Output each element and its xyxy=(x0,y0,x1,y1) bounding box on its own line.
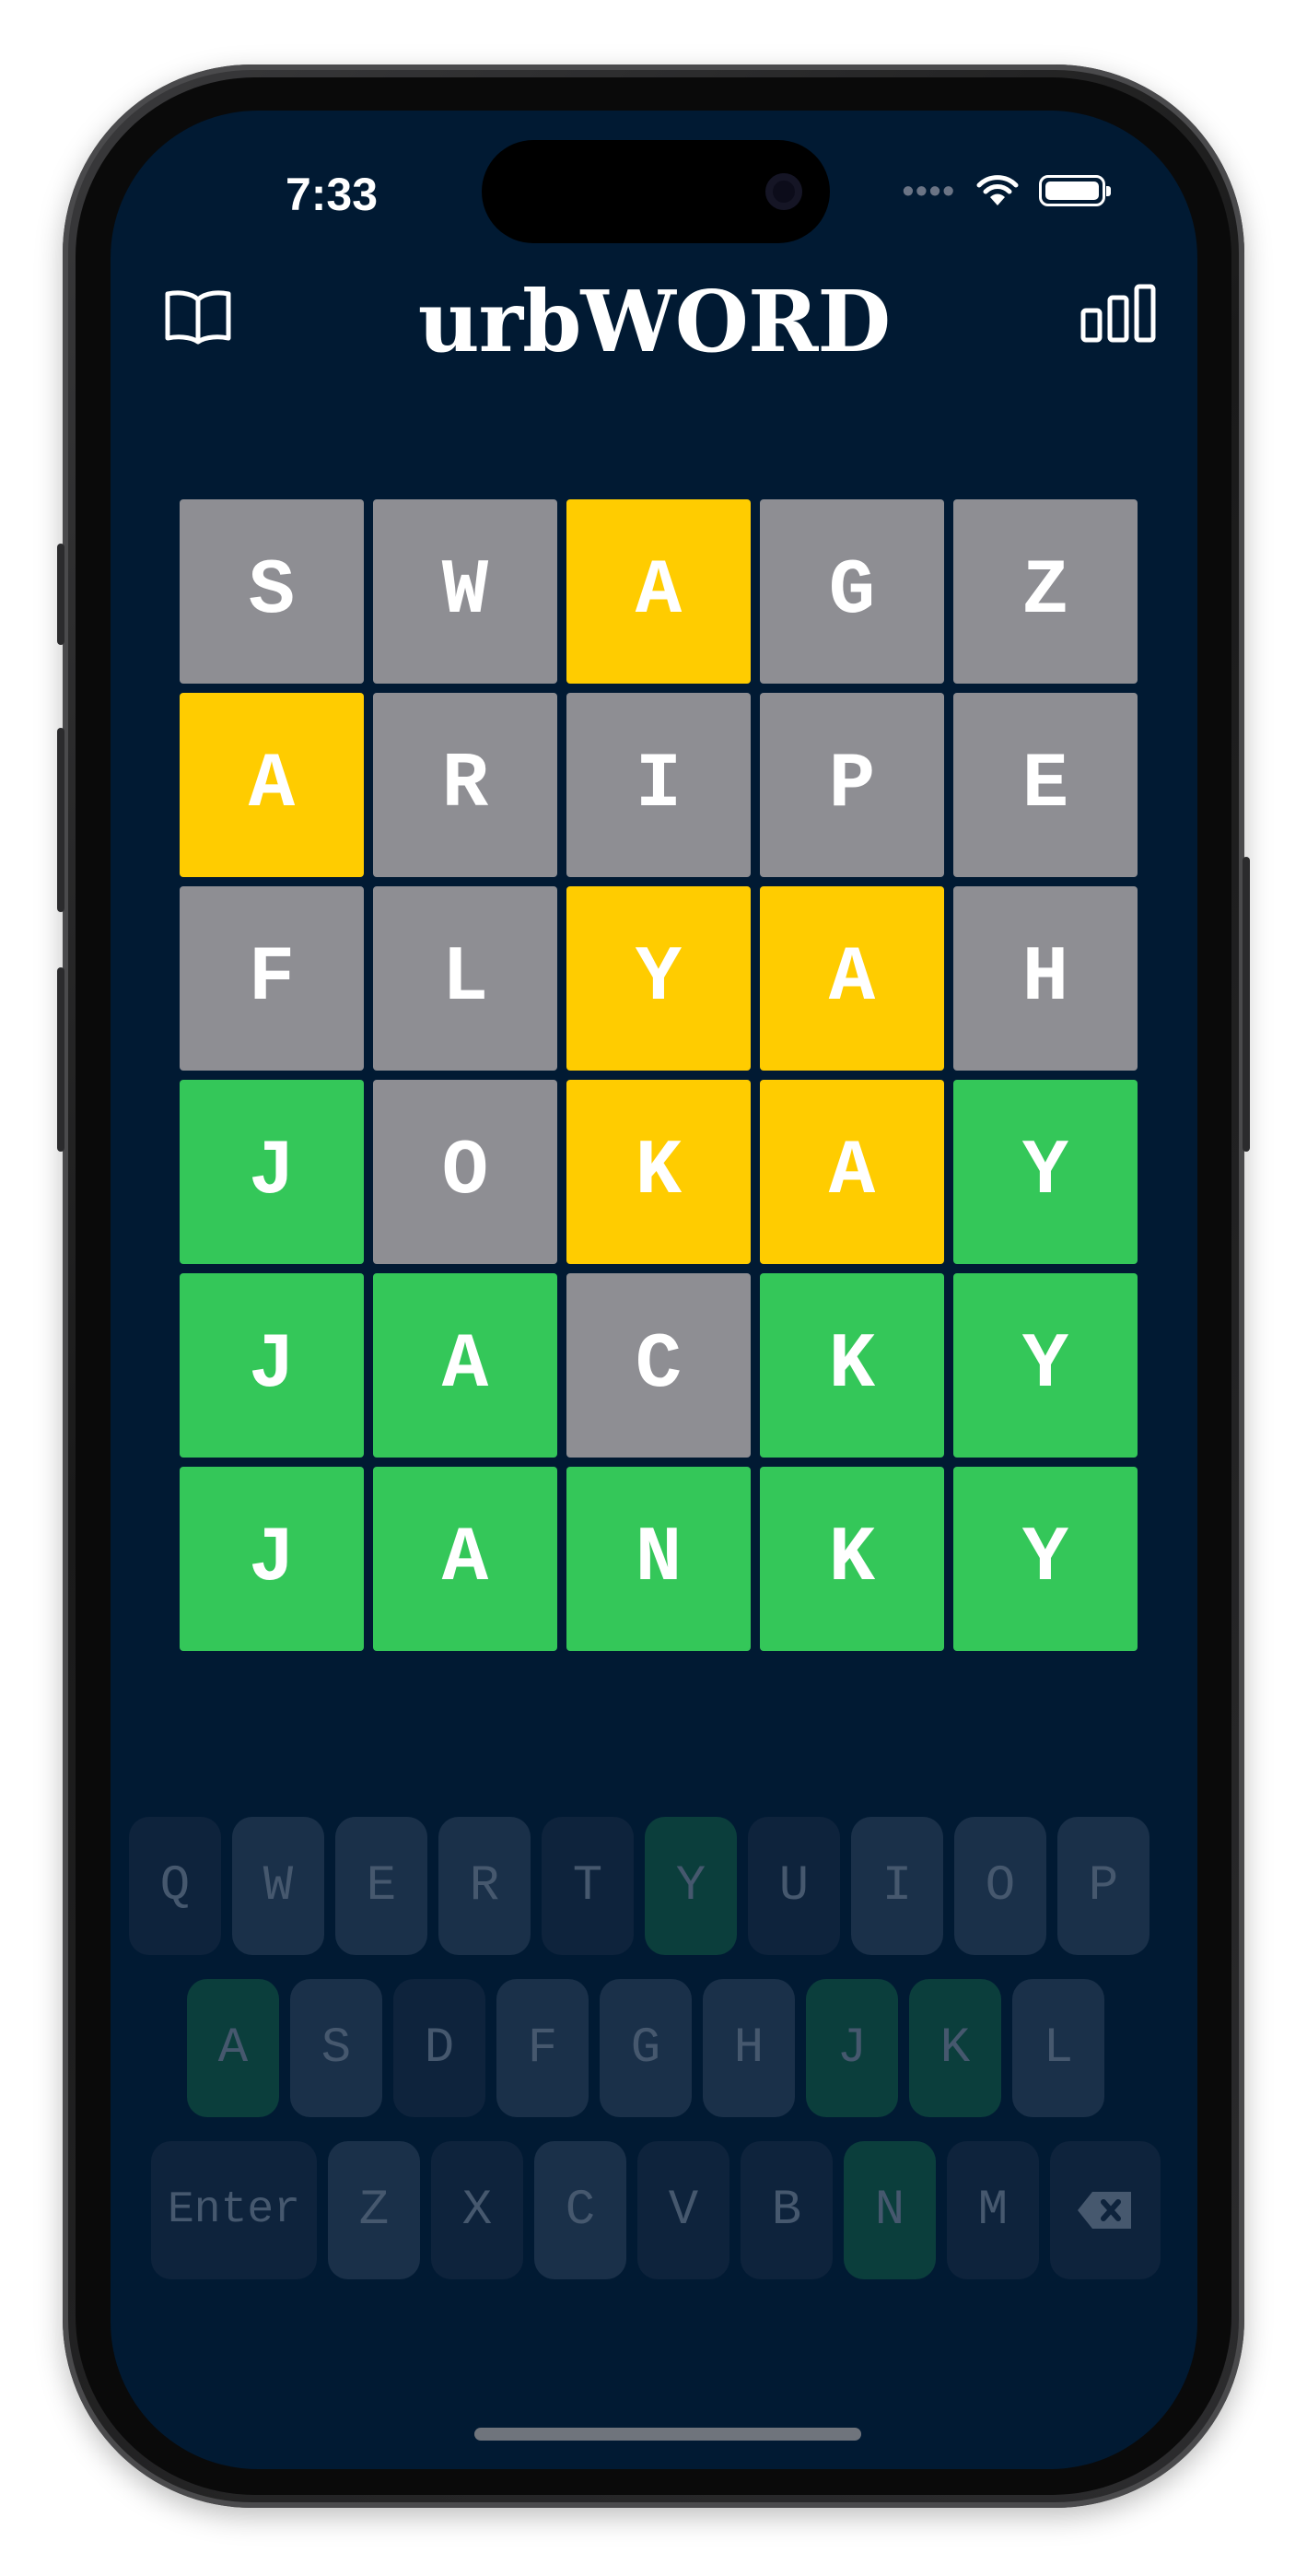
tile-correct: Y xyxy=(953,1080,1138,1264)
volume-down-button xyxy=(57,967,64,1152)
tile-correct: A xyxy=(373,1467,557,1651)
keyboard-row: Enter Z X C V B N M xyxy=(111,2141,1197,2303)
tile-absent: G xyxy=(760,499,944,684)
key-k[interactable]: K xyxy=(909,1979,1001,2117)
backspace-key[interactable] xyxy=(1050,2141,1161,2279)
tile-present: A xyxy=(760,1080,944,1264)
key-x[interactable]: X xyxy=(431,2141,523,2279)
key-m[interactable]: M xyxy=(947,2141,1039,2279)
tile-absent: P xyxy=(760,693,944,877)
tile-absent: W xyxy=(373,499,557,684)
app-header: urbWORD xyxy=(111,263,1197,373)
tile-absent: H xyxy=(953,886,1138,1071)
tile-absent: Z xyxy=(953,499,1138,684)
volume-up-button xyxy=(57,728,64,912)
key-t[interactable]: T xyxy=(542,1817,634,1955)
key-y[interactable]: Y xyxy=(645,1817,737,1955)
tile-absent: O xyxy=(373,1080,557,1264)
board-row: JACKY xyxy=(180,1273,1138,1458)
key-b[interactable]: B xyxy=(741,2141,833,2279)
tile-correct: Y xyxy=(953,1467,1138,1651)
tile-absent: L xyxy=(373,886,557,1071)
key-p[interactable]: P xyxy=(1057,1817,1149,1955)
signal-icon: •••• xyxy=(902,171,956,209)
tile-correct: A xyxy=(373,1273,557,1458)
board-row: SWAGZ xyxy=(180,499,1138,684)
key-h[interactable]: H xyxy=(703,1979,795,2117)
tile-present: A xyxy=(566,499,751,684)
key-g[interactable]: G xyxy=(600,1979,692,2117)
tile-absent: I xyxy=(566,693,751,877)
tile-present: Y xyxy=(566,886,751,1071)
keyboard-row: ASDFGHJKL xyxy=(111,1979,1197,2141)
tile-correct: N xyxy=(566,1467,751,1651)
tile-correct: K xyxy=(760,1273,944,1458)
tile-present: K xyxy=(566,1080,751,1264)
keyboard: Q W E R T Y U I O P A S D F G H J K L Enter Z X C V B N M xyxy=(111,1817,1197,2303)
game-board: SWAGZARIPEFLYAHJOKAYJACKYJANKY xyxy=(180,499,1138,1660)
key-z[interactable]: Z xyxy=(328,2141,420,2279)
key-r[interactable]: R xyxy=(438,1817,531,1955)
tile-correct: K xyxy=(760,1467,944,1651)
key-f[interactable]: F xyxy=(496,1979,589,2117)
tile-absent: F xyxy=(180,886,364,1071)
keyboard-row: QWERTYUIOP xyxy=(111,1817,1197,1979)
tile-present: A xyxy=(180,693,364,877)
key-l[interactable]: L xyxy=(1012,1979,1104,2117)
key-c[interactable]: C xyxy=(534,2141,626,2279)
board-row: JANKY xyxy=(180,1467,1138,1651)
key-w[interactable]: W xyxy=(232,1817,324,1955)
key-u[interactable]: U xyxy=(748,1817,840,1955)
tile-present: A xyxy=(760,886,944,1071)
home-indicator[interactable] xyxy=(474,2428,861,2441)
action-button xyxy=(57,544,64,645)
key-j[interactable]: J xyxy=(806,1979,898,2117)
key-i[interactable]: I xyxy=(851,1817,943,1955)
tile-correct: J xyxy=(180,1273,364,1458)
key-e[interactable]: E xyxy=(335,1817,427,1955)
backspace-icon xyxy=(1078,2192,1131,2229)
tile-correct: Y xyxy=(953,1273,1138,1458)
key-v[interactable]: V xyxy=(637,2141,729,2279)
key-q[interactable]: Q xyxy=(129,1817,221,1955)
camera-icon xyxy=(765,173,802,210)
tile-correct: J xyxy=(180,1467,364,1651)
status-time: 7:33 xyxy=(285,169,379,220)
board-row: FLYAH xyxy=(180,886,1138,1071)
tile-absent: R xyxy=(373,693,557,877)
board-row: JOKAY xyxy=(180,1080,1138,1264)
key-n[interactable]: N xyxy=(844,2141,936,2279)
power-button xyxy=(1243,857,1250,1152)
stats-icon[interactable] xyxy=(1079,283,1157,348)
app-title: urbWORD xyxy=(417,272,891,371)
key-d[interactable]: D xyxy=(393,1979,485,2117)
tile-absent: S xyxy=(180,499,364,684)
key-o[interactable]: O xyxy=(954,1817,1046,1955)
board-row: ARIPE xyxy=(180,693,1138,877)
battery-icon xyxy=(1039,175,1111,206)
app-screen: 7:33 •••• urbWORD SWAGZARIPEFLYAHJOKAYJA… xyxy=(111,111,1197,2469)
tile-correct: J xyxy=(180,1080,364,1264)
tile-absent: E xyxy=(953,693,1138,877)
tile-absent: C xyxy=(566,1273,751,1458)
key-s[interactable]: S xyxy=(290,1979,382,2117)
wifi-icon xyxy=(976,175,1019,205)
key-a[interactable]: A xyxy=(187,1979,279,2117)
enter-key[interactable]: Enter xyxy=(151,2141,317,2279)
status-icons: •••• xyxy=(902,171,1111,210)
dynamic-island xyxy=(482,140,830,243)
